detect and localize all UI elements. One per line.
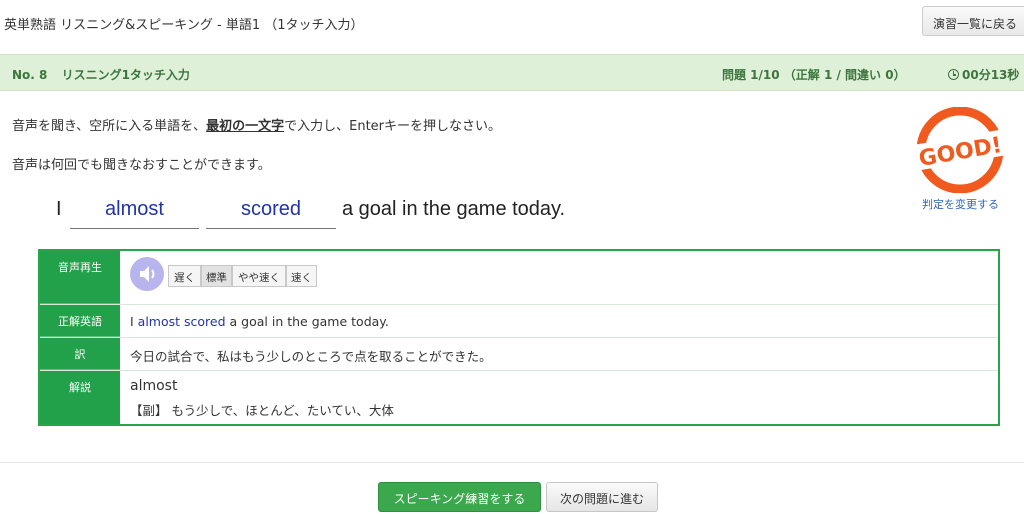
- answer-blank-2[interactable]: scored: [206, 198, 336, 229]
- back-to-list-button[interactable]: 演習一覧に戻る: [922, 6, 1024, 36]
- translation-text: 今日の試合で、私はもう少しのところで点を取ることができた。: [130, 349, 492, 364]
- speaking-practice-button[interactable]: スピーキング練習をする: [378, 482, 541, 512]
- page-title: 英単熟語 リスニング&スピーキング - 単語1 （1タッチ入力）: [4, 18, 364, 33]
- explanation-text: 【副】 もう少しで、ほとんど、たいてい、大体: [130, 403, 394, 418]
- instruction-line-1: 音声を聞き、空所に入る単語を、最初の一文字で入力し、Enterキーを押しなさい。: [12, 115, 501, 134]
- speaker-icon: [140, 266, 155, 282]
- play-audio-button[interactable]: [130, 257, 164, 291]
- footer-divider: [0, 462, 1024, 463]
- answer-prefix: I: [130, 314, 134, 329]
- speed-faster-button[interactable]: やや速く: [232, 265, 286, 287]
- elapsed-timer: 00分13秒: [948, 66, 1019, 83]
- question-number: No. 8: [12, 68, 48, 82]
- answer-highlight: almost scored: [137, 314, 226, 329]
- change-judgment-link[interactable]: 判定を変更する: [922, 196, 999, 212]
- explanation-word: almost: [130, 378, 178, 394]
- sentence-prefix: I: [56, 198, 62, 220]
- question-status-bar: No. 8 リスニング1タッチ入力 問題 1/10 （正解 1 / 間違い 0）…: [0, 54, 1024, 91]
- instruction-emphasis: 最初の一文字: [206, 119, 285, 134]
- correct-sentence: I almost scored a goal in the game today…: [130, 314, 389, 329]
- good-stamp-icon: GOOD!: [912, 107, 1008, 193]
- speed-normal-button[interactable]: 標準: [201, 265, 232, 287]
- instruction-text-b: で入力し、Enterキーを押しなさい。: [284, 119, 502, 134]
- title-bar: 英単熟語 リスニング&スピーキング - 単語1 （1タッチ入力） 演習一覧に戻る: [0, 0, 1024, 52]
- answer-blank-1[interactable]: almost: [70, 198, 199, 229]
- question-progress: 問題 1/10 （正解 1 / 間違い 0）: [722, 68, 906, 82]
- timer-value: 00分13秒: [962, 68, 1020, 82]
- translation-row: 訳 今日の試合で、私はもう少しのところで点を取ることができた。: [40, 338, 998, 371]
- audio-row: 音声再生 遅く 標準 やや速く 速く: [40, 251, 998, 305]
- sentence-suffix: a goal in the game today.: [342, 198, 566, 220]
- speed-slow-button[interactable]: 遅く: [168, 265, 201, 287]
- answer-label: 正解英語: [40, 305, 120, 337]
- instruction-text-a: 音声を聞き、空所に入る単語を、: [12, 119, 207, 134]
- clock-icon: [948, 69, 959, 80]
- audio-label: 音声再生: [40, 251, 120, 304]
- speed-fast-button[interactable]: 速く: [286, 265, 317, 287]
- question-heading: No. 8 リスニング1タッチ入力: [12, 66, 190, 83]
- next-question-button[interactable]: 次の問題に進む: [546, 482, 658, 512]
- answer-suffix: a goal in the game today.: [229, 314, 389, 329]
- translation-label: 訳: [40, 338, 120, 370]
- explanation-row: 解説 almost 【副】 もう少しで、ほとんど、たいてい、大体: [40, 371, 998, 424]
- explanation-label: 解説: [40, 371, 120, 424]
- instruction-line-2: 音声は何回でも聞きなおすことができます。: [12, 158, 271, 173]
- correct-answer-row: 正解英語 I almost scored a goal in the game …: [40, 305, 998, 338]
- answer-details-panel: 音声再生 遅く 標準 やや速く 速く 正解英語 I almost scored …: [38, 249, 1000, 426]
- question-mode: リスニング1タッチ入力: [61, 68, 190, 82]
